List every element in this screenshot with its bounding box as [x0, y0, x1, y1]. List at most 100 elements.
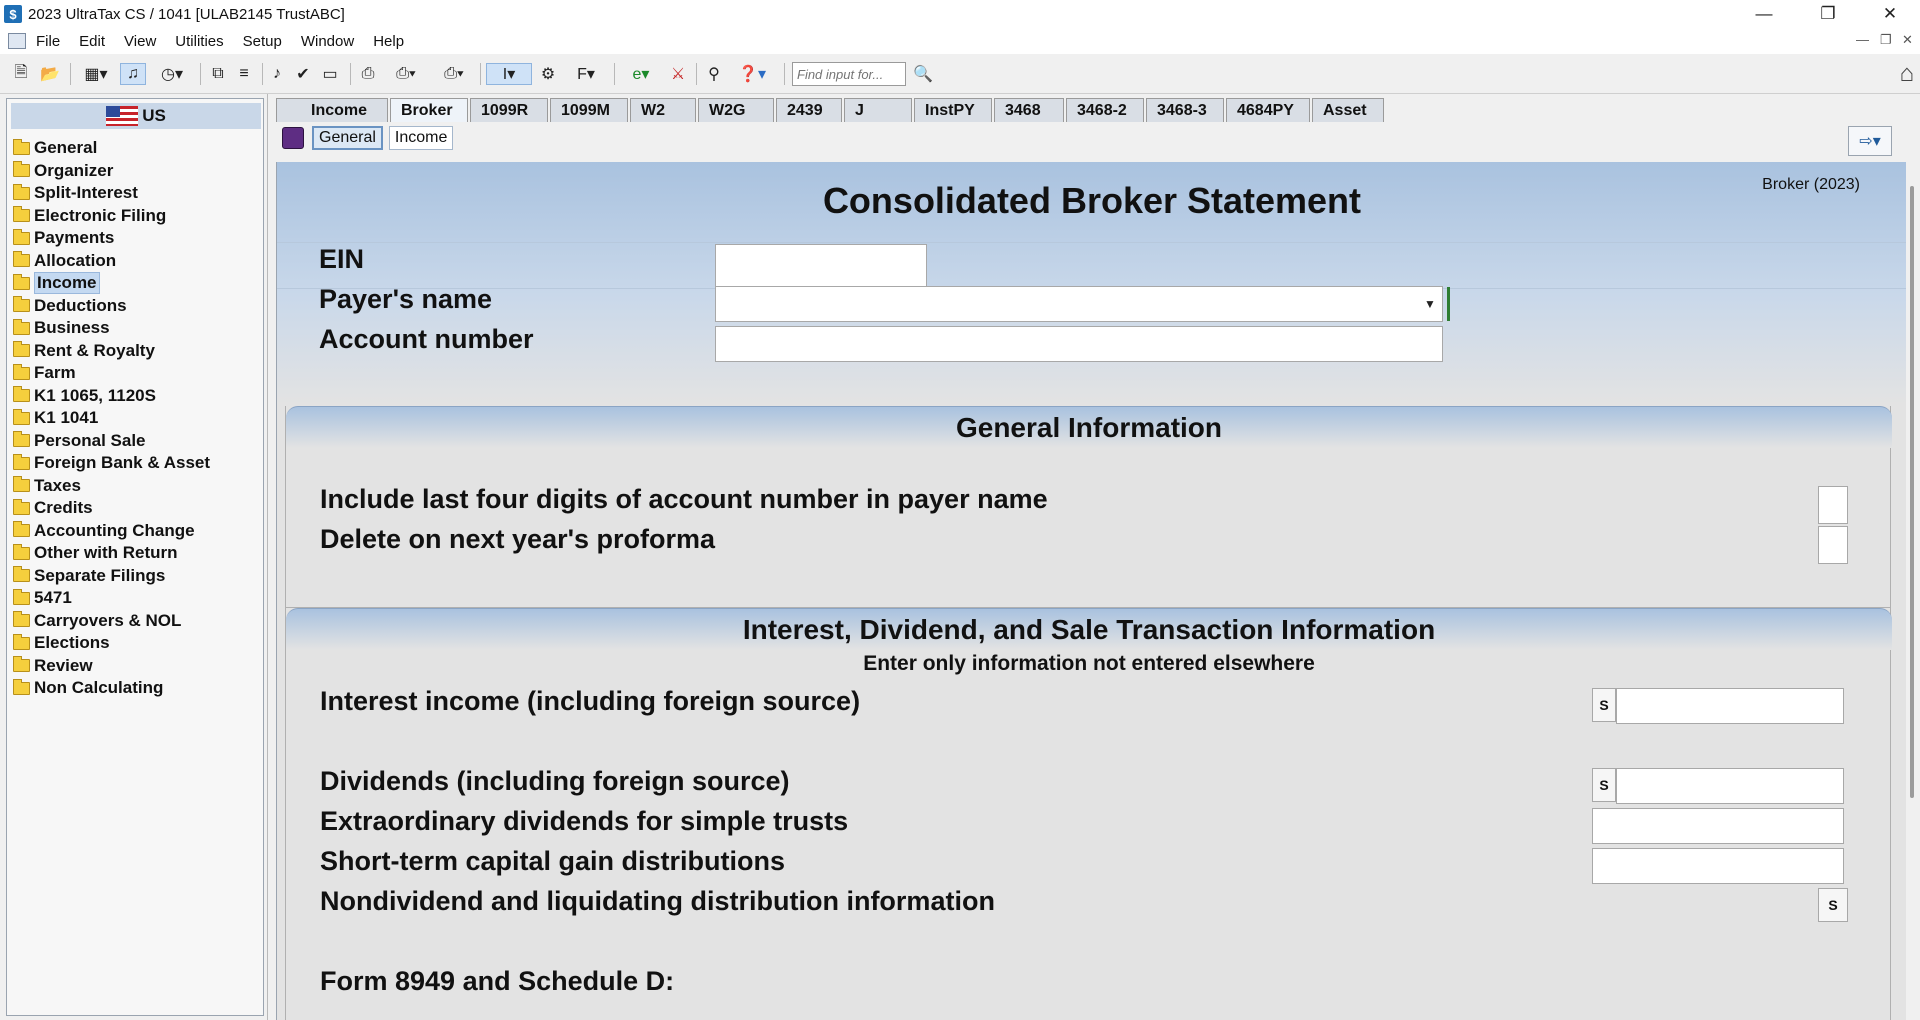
sidebar-item-allocation[interactable]: Allocation [13, 250, 261, 273]
tab-income[interactable]: Income [276, 98, 388, 122]
sidebar-item-carryovers-nol[interactable]: Carryovers & NOL [13, 610, 261, 633]
tab-2439[interactable]: 2439 [776, 98, 842, 122]
print-batch-icon[interactable]: ⎙▾ [432, 63, 476, 85]
find-help-icon[interactable]: 🔍 [910, 63, 936, 85]
delete-proforma-checkbox[interactable] [1818, 526, 1848, 564]
interest-income-field[interactable] [1616, 688, 1844, 724]
sidebar-item-deductions[interactable]: Deductions [13, 295, 261, 318]
menu-window[interactable]: Window [301, 33, 354, 50]
include-last-four-checkbox[interactable] [1818, 486, 1848, 524]
minimize-button[interactable]: — [1736, 0, 1792, 28]
extraordinary-dividends-field[interactable] [1592, 808, 1844, 844]
nondividend-s-button[interactable]: S [1818, 888, 1848, 922]
search-people-icon[interactable]: ⚲ [702, 63, 726, 85]
sidebar-item-label: Personal Sale [34, 430, 146, 450]
home-icon[interactable]: ⌂ [1900, 60, 1915, 88]
sidebar-item-other-with-return[interactable]: Other with Return [13, 542, 261, 565]
input-mode-icon[interactable]: I▾ [486, 63, 532, 85]
restore-button[interactable]: ❐ [1800, 0, 1856, 28]
music-icon[interactable]: ♫ [120, 63, 146, 85]
sidebar-item-k1-1041[interactable]: K1 1041 [13, 407, 261, 430]
sidebar-item-farm[interactable]: Farm [13, 362, 261, 385]
tab-w2g[interactable]: W2G [698, 98, 774, 122]
mdi-close-button[interactable]: ✕ [1902, 32, 1913, 48]
sidebar-item-accounting-change[interactable]: Accounting Change [13, 520, 261, 543]
find-input[interactable] [792, 62, 906, 86]
alert-icon[interactable]: ⚔ [666, 63, 690, 85]
close-button[interactable]: ✕ [1862, 0, 1918, 28]
sidebar-item-income[interactable]: Income [13, 272, 261, 295]
tab-broker[interactable]: Broker [390, 98, 468, 122]
form-icon[interactable]: ▭ [318, 63, 342, 85]
vertical-scrollbar[interactable] [1908, 162, 1918, 1020]
menu-help[interactable]: Help [373, 33, 404, 50]
sidebar-item-taxes[interactable]: Taxes [13, 475, 261, 498]
sidebar-header[interactable]: US [11, 103, 261, 129]
sidebar-item-business[interactable]: Business [13, 317, 261, 340]
mdi-minimize-button[interactable]: — [1856, 32, 1869, 47]
field-icon[interactable]: F▾ [564, 63, 608, 85]
tab-3468[interactable]: 3468 [994, 98, 1064, 122]
check-icon[interactable]: ✔ [292, 63, 314, 85]
sidebar-item-non-calculating[interactable]: Non Calculating [13, 677, 261, 700]
book-icon[interactable] [282, 127, 304, 149]
export-icon[interactable]: ⇨▾ [1848, 126, 1892, 156]
menu-view[interactable]: View [124, 33, 156, 50]
clock-icon[interactable]: ◷▾ [150, 63, 194, 85]
document-icon[interactable] [8, 33, 26, 49]
menu-edit[interactable]: Edit [79, 33, 105, 50]
tab-instpy[interactable]: InstPY [914, 98, 992, 122]
web-icon[interactable]: e▾ [620, 63, 662, 85]
sidebar-item-elections[interactable]: Elections [13, 632, 261, 655]
window-title: 2023 UltraTax CS / 1041 [ULAB2145 TrustA… [28, 5, 345, 23]
sidebar-item-general[interactable]: General [13, 137, 261, 160]
menu-setup[interactable]: Setup [243, 33, 282, 50]
subtab-general[interactable]: General [312, 126, 383, 150]
interest-s-button[interactable]: S [1592, 688, 1616, 722]
tab-1099m[interactable]: 1099M [550, 98, 628, 122]
folder-icon [13, 611, 30, 628]
chevron-down-icon[interactable]: ▼ [1420, 289, 1440, 319]
tab-1099r[interactable]: 1099R [470, 98, 548, 122]
dividends-field[interactable] [1616, 768, 1844, 804]
tab-j[interactable]: J [844, 98, 912, 122]
sidebar-item-credits[interactable]: Credits [13, 497, 261, 520]
account-number-field[interactable] [715, 326, 1443, 362]
tab-4684py[interactable]: 4684PY [1226, 98, 1310, 122]
list-icon[interactable]: ≡ [232, 63, 256, 85]
tab-3468-2[interactable]: 3468-2 [1066, 98, 1144, 122]
sidebar-item-review[interactable]: Review [13, 655, 261, 678]
note-icon[interactable]: ♪ [266, 63, 288, 85]
sidebar-item-electronic-filing[interactable]: Electronic Filing [13, 205, 261, 228]
sidebar-item-k1-1065-1120s[interactable]: K1 1065, 1120S [13, 385, 261, 408]
sidebar-item-foreign-bank-asset[interactable]: Foreign Bank & Asset [13, 452, 261, 475]
gear-icon[interactable]: ⚙ [536, 63, 560, 85]
subtab-income[interactable]: Income [388, 126, 454, 150]
payer-name-dropdown[interactable]: ▼ [715, 286, 1443, 322]
sidebar-item-payments[interactable]: Payments [13, 227, 261, 250]
menu-file[interactable]: File [36, 33, 60, 50]
sidebar-item-split-interest[interactable]: Split-Interest [13, 182, 261, 205]
tab-w2[interactable]: W2 [630, 98, 696, 122]
open-folder-icon[interactable]: 📂 [38, 63, 62, 85]
sidebar-item-personal-sale[interactable]: Personal Sale [13, 430, 261, 453]
sidebar-item-5471[interactable]: 5471 [13, 587, 261, 610]
print-preview-icon[interactable]: ⎙▾ [384, 63, 428, 85]
copy-icon[interactable]: ⧉ [206, 63, 230, 85]
sidebar-item-rent-royalty[interactable]: Rent & Royalty [13, 340, 261, 363]
batch-icon[interactable]: ▦▾ [76, 63, 116, 85]
mdi-restore-button[interactable]: ❐ [1880, 32, 1892, 48]
new-file-icon[interactable]: 🗎 [10, 63, 32, 85]
ein-field[interactable] [715, 244, 927, 288]
tab-asset[interactable]: Asset [1312, 98, 1384, 122]
print-icon[interactable]: ⎙ [356, 63, 380, 85]
tab-3468-3[interactable]: 3468-3 [1146, 98, 1224, 122]
short-term-gain-field[interactable] [1592, 848, 1844, 884]
menu-utilities[interactable]: Utilities [175, 33, 223, 50]
scrollbar-thumb[interactable] [1910, 186, 1914, 798]
sidebar-item-organizer[interactable]: Organizer [13, 160, 261, 183]
dividends-s-button[interactable]: S [1592, 768, 1616, 802]
help-icon[interactable]: ❓▾ [730, 63, 774, 85]
sidebar-item-separate-filings[interactable]: Separate Filings [13, 565, 261, 588]
interest-dividend-section: Interest, Dividend, and Sale Transaction… [285, 608, 1892, 1020]
